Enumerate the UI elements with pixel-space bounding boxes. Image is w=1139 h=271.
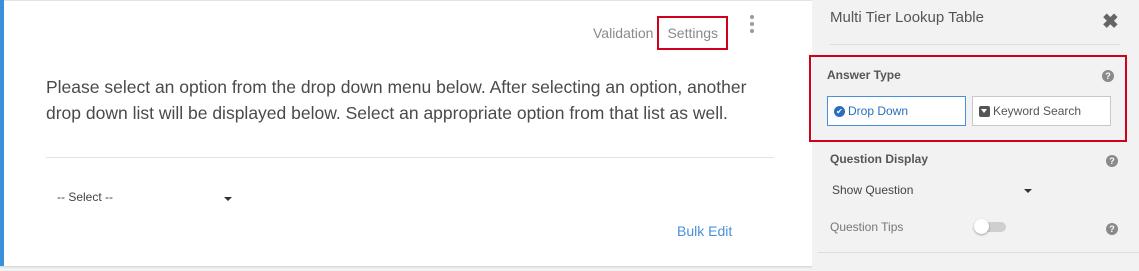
help-icon[interactable]: ?: [1106, 155, 1118, 167]
help-icon[interactable]: ?: [1106, 223, 1118, 235]
drop-down-option-label: Drop Down: [848, 104, 909, 118]
select-placeholder: -- Select --: [57, 190, 114, 204]
question-display-select[interactable]: Show Question: [830, 180, 1040, 200]
settings-panel: Multi Tier Lookup Table ✖ Answer Type ? …: [809, 0, 1139, 271]
tab-validation[interactable]: Validation: [593, 23, 653, 43]
bulk-edit-link[interactable]: Bulk Edit: [677, 223, 732, 239]
question-card: Validation Settings Please select an opt…: [0, 0, 816, 266]
check-circle-icon: ✔: [834, 105, 845, 117]
dropdown-square-icon: [979, 105, 990, 117]
answer-type-section: Answer Type ? ✔ Drop Down Keyword Search: [809, 55, 1127, 142]
card-tabs: Validation Settings: [593, 16, 729, 50]
close-icon[interactable]: ✖: [1102, 12, 1119, 32]
page: Validation Settings Please select an opt…: [0, 0, 1139, 271]
help-icon[interactable]: ?: [1102, 70, 1114, 82]
card-top-border: [4, 0, 816, 1]
divider: [46, 157, 774, 158]
answer-type-label: Answer Type: [827, 68, 901, 82]
panel-title: Multi Tier Lookup Table: [830, 9, 984, 26]
toggle-knob: [974, 219, 989, 234]
caret-down-icon: [224, 197, 232, 201]
question-display-value: Show Question: [832, 183, 914, 197]
panel-divider: [818, 252, 1139, 253]
caret-down-icon: [1024, 189, 1032, 193]
keyword-search-option-label: Keyword Search: [993, 104, 1082, 118]
question-display-label: Question Display: [830, 152, 929, 166]
title-divider: [830, 44, 1120, 45]
more-vertical-icon[interactable]: [750, 15, 754, 33]
question-tips-toggle[interactable]: [974, 219, 1006, 234]
question-tips-label: Question Tips: [830, 220, 904, 234]
tab-settings[interactable]: Settings: [657, 16, 729, 50]
keyword-search-option-button[interactable]: Keyword Search: [972, 96, 1111, 126]
tier-one-select[interactable]: -- Select --: [50, 186, 236, 208]
question-text: Please select an option from the drop do…: [46, 77, 747, 123]
drop-down-option-button[interactable]: ✔ Drop Down: [827, 96, 966, 126]
